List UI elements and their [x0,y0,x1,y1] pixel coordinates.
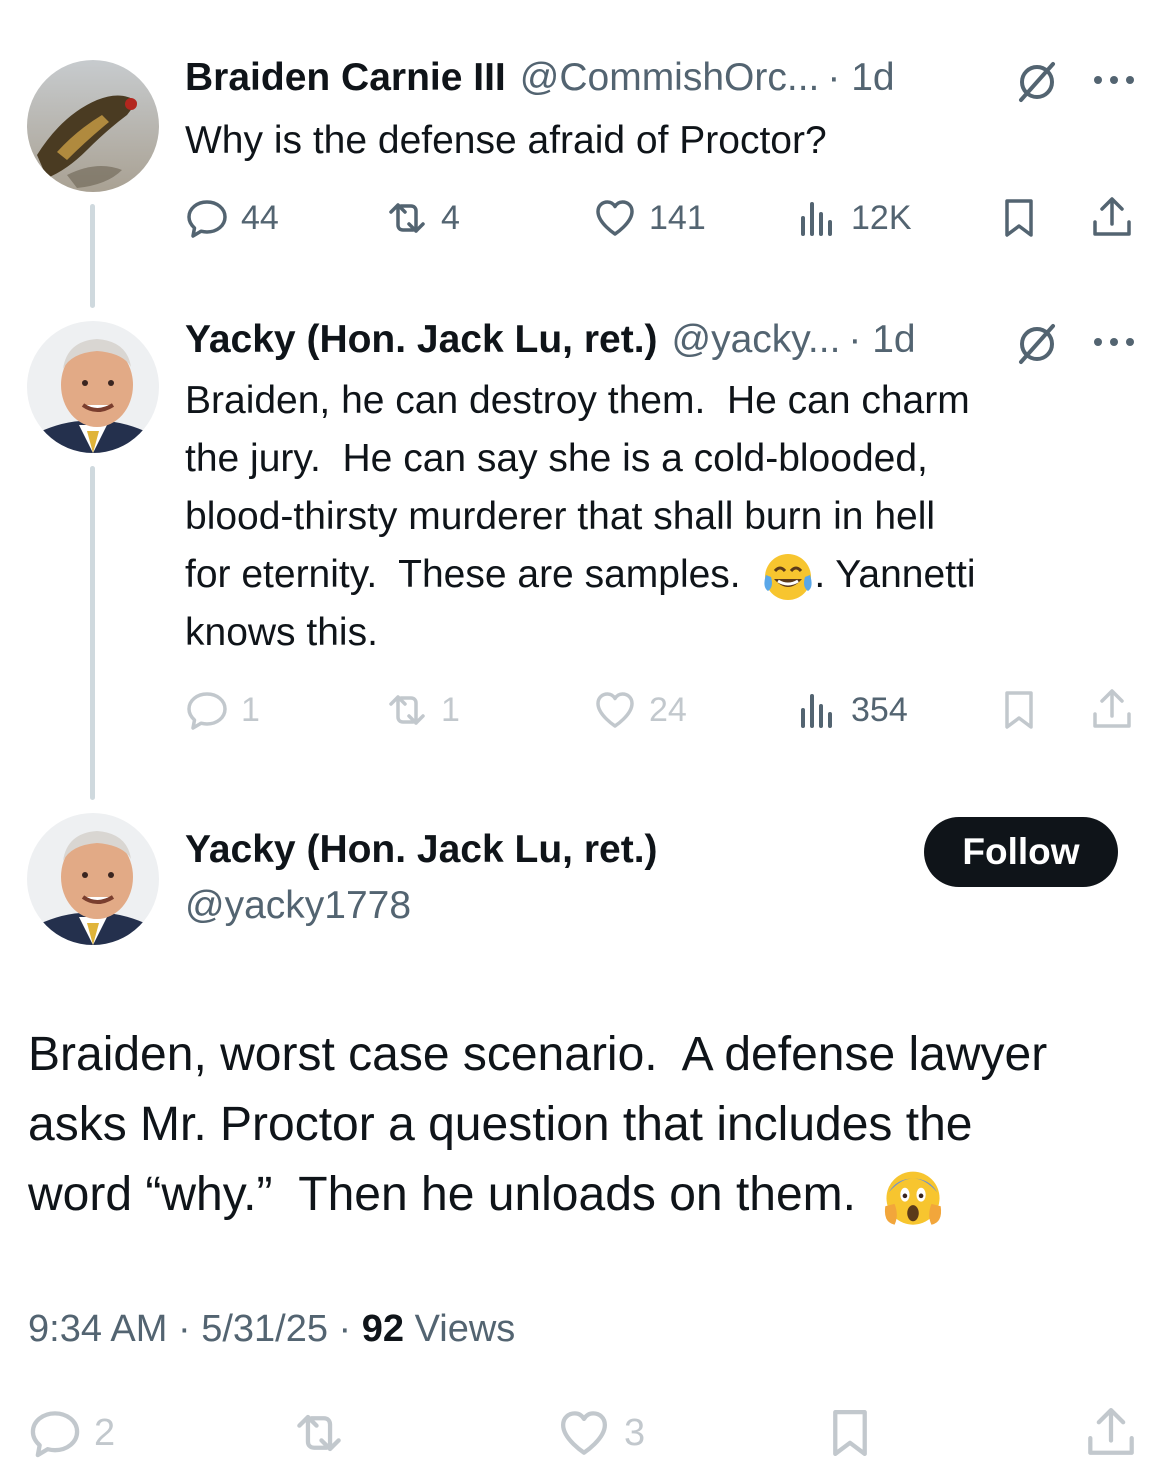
reply-icon [30,1411,80,1458]
grok-icon[interactable] [1013,320,1061,368]
like-count: 3 [624,1411,646,1454]
author-name[interactable]: Braiden Carnie III [185,56,506,100]
bookmark-icon[interactable] [997,688,1041,732]
like-count: 141 [649,198,706,237]
like-button[interactable]: 3 [556,1406,645,1460]
views-button[interactable]: 354 [795,688,908,732]
heart-icon [596,200,634,236]
avatar[interactable] [27,813,159,945]
reply-button[interactable]: 1 [185,688,260,732]
tweet-text: Braiden, he can destroy them. He can cha… [185,372,1145,662]
bookmark-icon[interactable] [997,196,1041,240]
avatar[interactable] [27,60,159,192]
heart-icon [560,1411,608,1455]
thread-line [90,466,95,800]
author-handle[interactable]: @CommishOrc... [520,56,820,100]
views-icon [801,202,832,236]
views-button[interactable]: 12K [795,196,912,240]
avatar[interactable] [27,321,159,453]
like-button[interactable]: 24 [593,688,687,732]
repost-icon [389,695,425,725]
follow-button[interactable]: Follow [924,817,1118,887]
reply-icon [187,200,227,238]
views-count: 12K [851,198,912,237]
post-time[interactable]: · 1d [848,318,915,362]
post-timestamp[interactable]: 9:34 AM · 5/31/25 · [28,1308,362,1350]
author-name[interactable]: Yacky (Hon. Jack Lu, ret.) [185,828,658,872]
thread-line [90,204,95,308]
repost-button[interactable]: 1 [385,688,460,732]
reply-icon [187,692,227,730]
repost-icon [389,203,425,233]
author-handle[interactable]: @yacky... [672,318,841,362]
share-icon[interactable] [1089,194,1135,240]
author-name[interactable]: Yacky (Hon. Jack Lu, ret.) [185,318,658,362]
share-icon[interactable] [1089,686,1135,732]
heart-icon [596,692,634,728]
grok-icon[interactable] [1013,58,1061,106]
views-count: 354 [851,690,908,729]
repost-button[interactable] [290,1406,348,1460]
author-handle[interactable]: @yacky1778 [185,884,411,928]
reply-button[interactable]: 44 [185,196,279,240]
views-label: Views [404,1308,516,1350]
reply-count: 44 [241,198,279,237]
share-icon[interactable] [1083,1404,1139,1460]
repost-icon [297,1414,341,1452]
reply-button[interactable]: 2 [28,1406,115,1460]
views-icon [801,694,832,728]
repost-button[interactable]: 4 [385,196,460,240]
more-options-icon[interactable] [1090,334,1138,350]
post-time[interactable]: · 1d [827,56,894,100]
tweet-text: Why is the defense afraid of Proctor? [185,119,827,162]
repost-count: 4 [441,198,460,237]
face-screaming-in-fear-icon [884,1171,941,1226]
more-options-icon[interactable] [1090,72,1138,88]
like-button[interactable]: 141 [593,196,706,240]
face-with-tears-of-joy-icon [764,553,812,600]
views-count: 92 [361,1308,405,1350]
tweet-text: Braiden, worst case scenario. A defense … [28,1020,1148,1230]
repost-count: 1 [441,690,460,729]
like-count: 24 [649,690,687,729]
reply-count: 2 [94,1411,116,1454]
post-meta: 9:34 AM · 5/31/25 · 92 Views [28,1308,515,1351]
bookmark-icon[interactable] [823,1404,877,1462]
reply-count: 1 [241,690,260,729]
